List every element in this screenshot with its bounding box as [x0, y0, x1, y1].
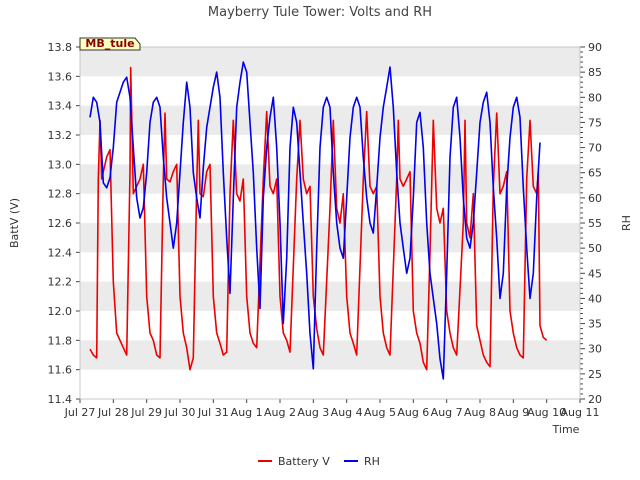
x-tick-label: Aug 6 — [397, 406, 429, 419]
x-tick-label: Jul 31 — [197, 406, 229, 419]
station-label-text: MB_tule — [85, 37, 134, 50]
y-left-tick-label: 12.4 — [48, 246, 73, 259]
x-tick-label: Jul 29 — [130, 406, 162, 419]
background-band — [80, 281, 580, 311]
legend-label-battery: Battery V — [278, 455, 330, 468]
y-right-tick-label: 45 — [588, 267, 602, 280]
y-right-tick-label: 40 — [588, 292, 602, 305]
x-tick-label: Aug 2 — [264, 406, 296, 419]
y-left-tick-label: 13.0 — [48, 158, 73, 171]
y-left-tick-label: 12.6 — [48, 217, 73, 230]
y-right-tick-label: 30 — [588, 343, 602, 356]
x-tick-label: Jul 27 — [64, 406, 96, 419]
y-left-tick-label: 12.2 — [48, 276, 73, 289]
y-left-tick-label: 11.4 — [48, 393, 73, 406]
x-tick-label: Jul 28 — [97, 406, 129, 419]
y-right-tick-label: 20 — [588, 393, 602, 406]
x-tick-label: Aug 5 — [364, 406, 396, 419]
chart-title: Mayberry Tule Tower: Volts and RH — [208, 5, 432, 20]
chart: Mayberry Tule Tower: Volts and RH 11.4 11… — [0, 0, 640, 480]
y-right-tick-label: 25 — [588, 368, 602, 381]
x-tick-label: Aug 3 — [297, 406, 329, 419]
station-label: MB_tule — [79, 37, 141, 51]
x-tick-label: Aug 9 — [497, 406, 529, 419]
x-tick-label: Aug 1 — [231, 406, 263, 419]
y-right-tick-label: 80 — [588, 91, 602, 104]
y-right-tick-label: 90 — [588, 41, 602, 54]
x-tick-label: Aug 7 — [431, 406, 463, 419]
y-right-tick-label: 75 — [588, 116, 602, 129]
x-axis-label: Time — [552, 423, 580, 436]
y-axis-right-label: RH — [620, 215, 633, 231]
legend-label-rh: RH — [364, 455, 380, 468]
y-right-tick-label: 70 — [588, 142, 602, 155]
y-left-tick-label: 13.6 — [48, 70, 73, 83]
y-axis-left-label: BattV (V) — [8, 198, 21, 248]
x-tick-label: Jul 30 — [164, 406, 196, 419]
y-left-tick-label: 11.8 — [48, 334, 73, 347]
y-left-tick-label: 13.8 — [48, 41, 73, 54]
x-tick-label: Aug 8 — [464, 406, 496, 419]
y-left-tick-label: 13.2 — [48, 129, 73, 142]
y-left-tick-label: 11.6 — [48, 364, 73, 377]
background-band — [80, 47, 580, 77]
y-right-tick-label: 50 — [588, 242, 602, 255]
y-left-tick-label: 12.8 — [48, 188, 73, 201]
y-right-tick-label: 85 — [588, 66, 602, 79]
y-right-tick-label: 55 — [588, 217, 602, 230]
x-tick-label: Aug 11 — [561, 406, 600, 419]
x-tick-label: Aug 4 — [331, 406, 363, 419]
y-right-tick-label: 65 — [588, 167, 602, 180]
y-left-tick-label: 13.4 — [48, 100, 73, 113]
y-right-tick-label: 60 — [588, 192, 602, 205]
y-left-tick-label: 12.0 — [48, 305, 73, 318]
y-right-tick-label: 35 — [588, 318, 602, 331]
